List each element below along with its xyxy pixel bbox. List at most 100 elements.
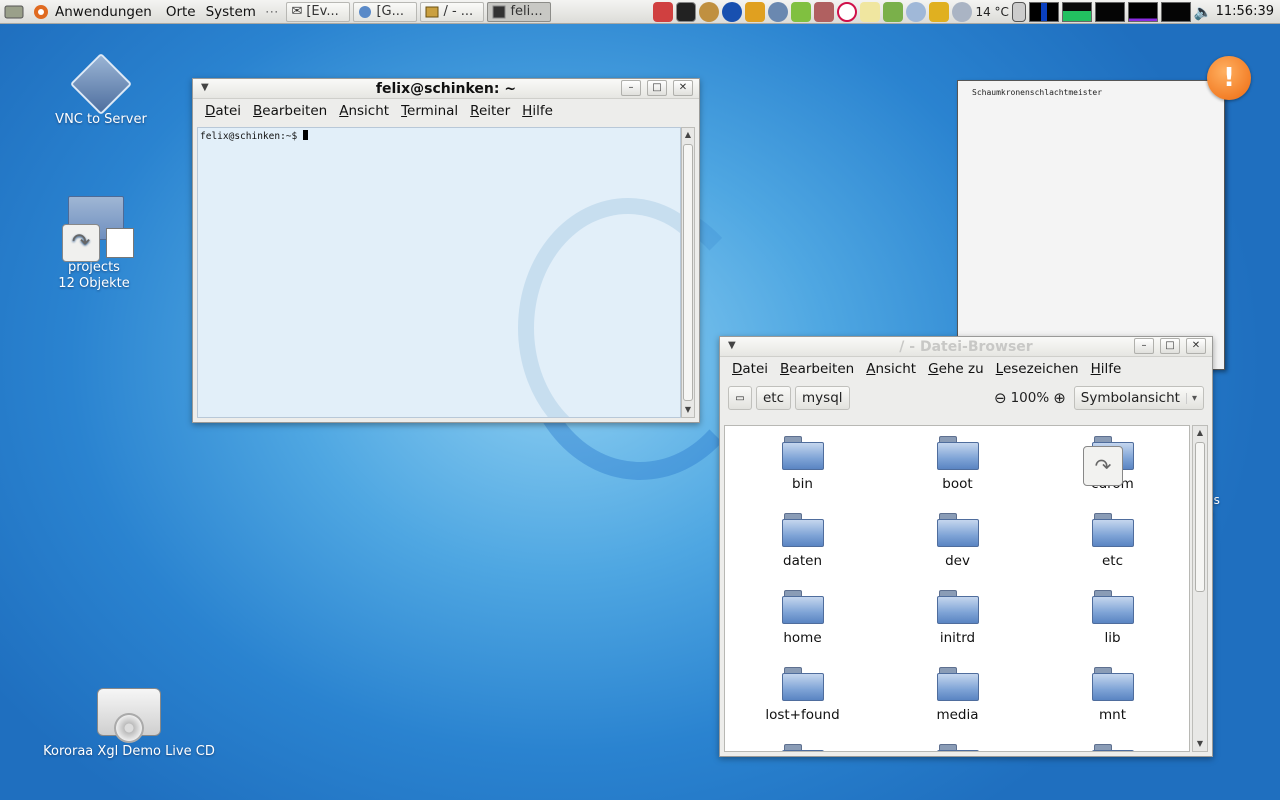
breadcrumb-etc[interactable]: etc (756, 386, 792, 410)
user-icon[interactable] (745, 1, 766, 22)
scroll-down-icon[interactable]: ▼ (1193, 737, 1207, 751)
send-icon[interactable] (906, 1, 927, 22)
folder-item[interactable]: etc (1035, 511, 1189, 588)
menu-applications[interactable]: Anwendungen (50, 4, 157, 20)
people-icon[interactable] (814, 1, 835, 22)
folder-icon (936, 742, 979, 751)
task-file-browser[interactable]: / - ... (420, 1, 485, 22)
zoom-in-icon[interactable]: ⊕ (1053, 389, 1066, 407)
desktop-icon-projects[interactable]: ↷ projects 12 Objekte (44, 194, 144, 292)
globe-icon[interactable] (722, 1, 743, 22)
close-button[interactable]: ✕ (1186, 338, 1206, 354)
applications-menu[interactable]: Anwendungen (28, 1, 161, 23)
weather-temperature[interactable]: 14 °C (975, 5, 1008, 19)
menu-places[interactable]: Orte (161, 1, 201, 23)
menu-bookmarks[interactable]: Lesezeichen (990, 361, 1085, 377)
folder-item[interactable]: daten (725, 511, 880, 588)
load-monitor-icon[interactable] (1160, 1, 1191, 22)
maximize-button[interactable]: □ (647, 80, 667, 96)
folder-item[interactable]: lib (1035, 588, 1189, 665)
volume-icon[interactable]: 🔈 (1194, 3, 1213, 21)
trash-icon[interactable] (883, 1, 904, 22)
lock-user-icon[interactable] (929, 1, 950, 22)
desktop-icon-vnc[interactable]: VNC to Server (48, 52, 154, 128)
window-menu-icon[interactable]: ▼ (728, 340, 736, 351)
folder-item[interactable]: bin (725, 434, 880, 511)
terminal-launcher-icon[interactable] (676, 1, 697, 22)
terminal-titlebar[interactable]: ▼ felix@schinken: ~ – □ ✕ (193, 79, 699, 99)
task-evolution[interactable]: ✉ [Ev... (286, 1, 351, 22)
file-browser-titlebar[interactable]: ▼ / - Datei-Browser – □ ✕ (720, 337, 1212, 357)
folder-item[interactable]: mnt (1035, 665, 1189, 742)
close-button[interactable]: ✕ (673, 80, 693, 96)
swap-monitor-icon[interactable] (1127, 1, 1158, 22)
folder-item[interactable]: initrd (880, 588, 1035, 665)
debian-swirl-icon[interactable] (837, 1, 858, 22)
desktop-icon-label: Kororaa Xgl Demo Live CD (43, 744, 215, 759)
menu-terminal[interactable]: Terminal (395, 103, 464, 119)
scroll-down-icon[interactable]: ▼ (682, 403, 694, 417)
menu-file[interactable]: Datei (726, 361, 774, 377)
menu-help[interactable]: Hilfe (516, 103, 559, 119)
battery-monitor-icon[interactable] (653, 1, 674, 22)
folder-item[interactable]: lost+found (725, 665, 880, 742)
notes-icon[interactable] (860, 1, 881, 22)
folder-icon (1091, 588, 1134, 624)
terminal-output[interactable]: felix@schinken:~$ (197, 127, 681, 418)
folder-icon (1091, 511, 1134, 547)
terminal-prompt: felix@schinken:~$ (200, 131, 303, 142)
network-icon[interactable] (768, 1, 789, 22)
location-toggle-button[interactable]: ▭ (728, 386, 752, 410)
scroll-up-icon[interactable]: ▲ (682, 128, 694, 142)
clock[interactable]: 11:56:39 (1216, 4, 1274, 19)
terminal-scrollbar[interactable]: ▲ ▼ (681, 127, 695, 418)
compass-icon[interactable] (699, 1, 720, 22)
menu-file[interactable]: Datei (199, 103, 247, 119)
folder-item[interactable]: dev (880, 511, 1035, 588)
folder-icon (425, 6, 439, 17)
alert-icon[interactable]: ! (1207, 56, 1251, 100)
network-monitor-icon[interactable] (1094, 1, 1125, 22)
menu-view[interactable]: Ansicht (860, 361, 922, 377)
folder-item[interactable] (725, 742, 880, 751)
maximize-button[interactable]: □ (1160, 338, 1180, 354)
menu-view[interactable]: Ansicht (333, 103, 395, 119)
link-arrow-icon: ↷ (62, 224, 100, 262)
top-panel: Anwendungen Orte System ⋯ ✉ [Ev... [G...… (0, 0, 1280, 24)
folder-item[interactable]: boot (880, 434, 1035, 511)
task-list: ✉ [Ev... [G... / - ... feli... (286, 1, 554, 22)
desktop-icon-cdrom[interactable]: Kororaa Xgl Demo Live CD (36, 688, 222, 760)
minimize-button[interactable]: – (1134, 338, 1154, 354)
folder-item[interactable] (880, 742, 1035, 751)
menu-edit[interactable]: Bearbeiten (774, 361, 860, 377)
menu-tabs[interactable]: Reiter (464, 103, 516, 119)
scrollbar-thumb[interactable] (683, 144, 693, 401)
scrollbar-thumb[interactable] (1195, 442, 1205, 592)
file-icon-view[interactable]: binbootcdromdatendevetchomeinitrdliblost… (724, 425, 1190, 752)
menu-system[interactable]: System (201, 1, 261, 23)
folder-label: mnt (1099, 707, 1126, 723)
pen-icon[interactable] (791, 1, 812, 22)
folder-item[interactable]: media (880, 665, 1035, 742)
folder-item[interactable] (1035, 742, 1189, 751)
zoom-out-icon[interactable]: ⊖ (994, 389, 1007, 407)
breadcrumb-mysql[interactable]: mysql (795, 386, 850, 410)
folder-item[interactable]: home (725, 588, 880, 665)
phone-icon[interactable] (1011, 1, 1026, 22)
menu-go[interactable]: Gehe zu (922, 361, 990, 377)
minimize-button[interactable]: – (621, 80, 641, 96)
view-mode-select[interactable]: Symbolansicht ▾ (1073, 386, 1204, 410)
vnc-icon (69, 52, 133, 116)
task-browser[interactable]: [G... (353, 1, 418, 22)
cpu-monitor-icon[interactable] (1028, 1, 1059, 22)
menu-edit[interactable]: Bearbeiten (247, 103, 333, 119)
weather-icon[interactable] (952, 1, 973, 22)
scroll-up-icon[interactable]: ▲ (1193, 426, 1207, 440)
file-view-scrollbar[interactable]: ▲ ▼ (1192, 425, 1208, 752)
task-terminal[interactable]: feli... (487, 1, 552, 22)
show-desktop-button[interactable] (0, 1, 28, 23)
sticky-note-window[interactable]: Schaumkronenschlachtmeister (957, 80, 1225, 370)
memory-monitor-icon[interactable] (1061, 1, 1092, 22)
menu-help[interactable]: Hilfe (1085, 361, 1128, 377)
window-menu-icon[interactable]: ▼ (201, 82, 209, 93)
